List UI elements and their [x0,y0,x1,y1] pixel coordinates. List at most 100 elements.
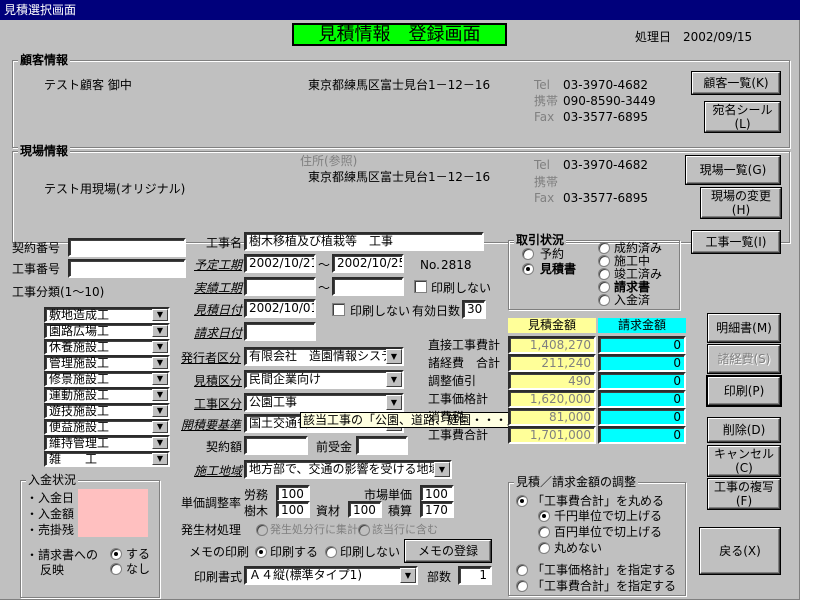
category-select[interactable]: 園路広場工 ▼ [44,323,170,339]
chevron-down-icon[interactable]: ▼ [386,372,402,387]
chevron-down-icon[interactable]: ▼ [386,349,402,364]
category-select[interactable]: 雑 工 ▼ [44,451,170,467]
category-select[interactable]: 運動施設工 ▼ [44,387,170,403]
specify-total-radio[interactable] [516,580,528,592]
chevron-down-icon[interactable]: ▼ [400,568,416,583]
actual-from-input[interactable] [244,277,316,296]
region-select[interactable]: 地方部で、交通の影響を受ける地域 ▼ [244,460,452,479]
orderer-label[interactable]: 発行者区分 [181,351,241,365]
totals-estimate-cell[interactable]: 1,408,270 [508,336,596,354]
specify-price-radio[interactable] [516,564,528,576]
estimate-rate-input[interactable]: 170 [420,501,454,518]
address-label-button[interactable]: 宛名シール (L) [705,102,780,132]
status-completed-radio[interactable] [598,268,610,280]
actual-to-input[interactable] [332,277,404,296]
round-thousand-radio[interactable] [538,510,550,522]
category-select[interactable]: 修景施設工 ▼ [44,371,170,387]
chevron-down-icon[interactable]: ▼ [152,453,168,465]
status-estimate-radio[interactable] [522,263,534,275]
payment-balance-field[interactable] [78,521,148,537]
round-hundred-radio[interactable] [538,526,550,538]
category-select[interactable]: 維持管理工 ▼ [44,435,170,451]
work-name-input[interactable]: 樹木移植及び植栽等 工事 [244,232,484,251]
detail-button[interactable]: 明細書(M) [708,314,780,342]
est-type-select[interactable]: 民間企業向け ▼ [244,370,404,389]
generated-opt2-radio[interactable] [358,524,370,536]
estimate-no-print-checkbox[interactable] [332,303,345,316]
chevron-down-icon[interactable]: ▼ [152,421,168,433]
print-format-select[interactable]: Ａ４縦(標準タイプ1) ▼ [244,566,418,585]
invoice-date-input[interactable] [244,322,316,341]
delete-button[interactable]: 削除(D) [708,418,780,442]
valid-days-input[interactable]: 30 [462,300,486,319]
copies-input[interactable]: 1 [458,566,492,585]
print-button[interactable]: 印刷(P) [708,377,780,405]
actual-no-print-checkbox[interactable] [414,280,427,293]
round-none-radio[interactable] [538,542,550,554]
est-type-label[interactable]: 見積区分 [194,374,242,388]
generated-opt1-radio[interactable] [256,524,268,536]
chevron-down-icon[interactable]: ▼ [152,405,168,417]
estimate-date-input[interactable]: 2002/10/01 [244,299,316,318]
category-select[interactable]: 休養施設工 ▼ [44,339,170,355]
estimate-date-label[interactable]: 見積日付 [194,303,242,317]
chevron-down-icon[interactable]: ▼ [152,437,168,449]
category-select[interactable]: 管理施設工 ▼ [44,355,170,371]
category-select[interactable]: 遊技施設工 ▼ [44,403,170,419]
work-type-label[interactable]: 工事区分 [194,397,242,411]
status-invoice-radio[interactable] [598,281,610,293]
totals-invoice-cell[interactable]: 0 [598,408,686,426]
round-total-radio[interactable] [516,495,528,507]
actual-period-label[interactable]: 実績工期 [194,281,242,295]
chevron-down-icon[interactable]: ▼ [152,389,168,401]
invoice-date-label[interactable]: 請求日付 [194,326,242,340]
cancel-button[interactable]: キャンセル (C) [708,446,780,476]
payment-amount-field[interactable] [78,505,148,521]
totals-estimate-cell[interactable]: 1,701,000 [508,426,596,444]
work-list-button[interactable]: 工事一覧(I) [692,231,780,253]
status-in-progress-radio[interactable] [598,255,610,267]
customer-list-button[interactable]: 顧客一覧(K) [692,72,780,94]
plan-from-input[interactable]: 2002/10/21 [244,254,316,273]
status-contracted-radio[interactable] [598,242,610,254]
chevron-down-icon[interactable]: ▼ [386,395,402,410]
totals-invoice-cell[interactable]: 0 [598,390,686,408]
site-change-button[interactable]: 現場の変更 (H) [701,188,781,218]
totals-invoice-cell[interactable]: 0 [598,336,686,354]
plan-to-input[interactable]: 2002/10/25 [332,254,404,273]
market-input[interactable]: 100 [420,485,454,502]
memo-register-button[interactable]: メモの登録 [405,540,491,562]
region-label[interactable]: 施工地域 [194,464,242,478]
category-select[interactable]: 便益施設工 ▼ [44,419,170,435]
work-no-input[interactable] [68,259,186,278]
chevron-down-icon[interactable]: ▼ [152,325,168,337]
chevron-down-icon[interactable]: ▼ [152,357,168,369]
site-list-button[interactable]: 現場一覧(G) [686,156,780,184]
chevron-down-icon[interactable]: ▼ [152,341,168,353]
totals-invoice-cell[interactable]: 0 [598,354,686,372]
totals-estimate-cell[interactable]: 1,620,000 [508,390,596,408]
chevron-down-icon[interactable]: ▼ [152,373,168,385]
memo-no-print-radio[interactable] [325,546,337,558]
material-input[interactable]: 100 [348,501,382,518]
overhead-button[interactable]: 諸経費(S) [708,345,780,373]
reflect-yes-radio[interactable] [110,548,122,560]
status-reserve-radio[interactable] [522,248,534,260]
orderer-select[interactable]: 有限会社 造園情報システ ▼ [244,347,404,366]
category-select[interactable]: 敷地造成工 ▼ [44,307,170,323]
totals-invoice-cell[interactable]: 0 [598,426,686,444]
tree-input[interactable]: 100 [276,501,310,518]
status-paid-radio[interactable] [598,294,610,306]
totals-invoice-cell[interactable]: 0 [598,372,686,390]
plan-period-label[interactable]: 予定工期 [194,258,242,272]
reflect-no-radio[interactable] [110,563,122,575]
back-button[interactable]: 戻る(X) [700,528,780,574]
standard-label[interactable]: 開積要基準 [181,418,241,432]
chevron-down-icon[interactable]: ▼ [434,462,450,477]
chevron-down-icon[interactable]: ▼ [152,309,168,321]
payment-date-field[interactable] [78,489,148,505]
labor-input[interactable]: 100 [276,485,310,502]
memo-print-radio[interactable] [255,546,267,558]
contract-amount-input[interactable] [244,436,308,455]
work-type-select[interactable]: 公園工事 ▼ [244,393,404,412]
